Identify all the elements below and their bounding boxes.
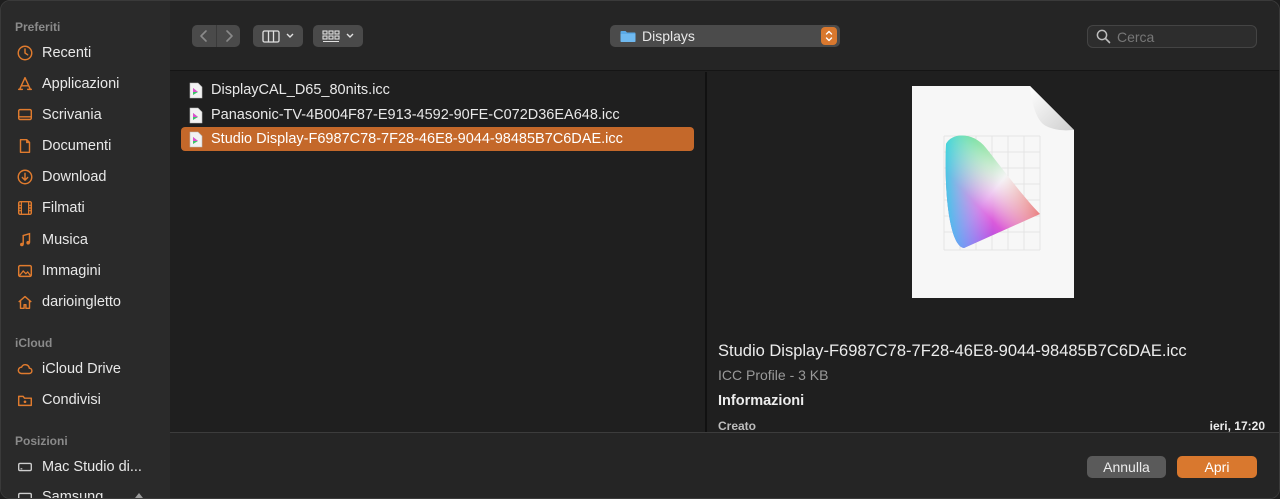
preview-file-kind: ICC Profile - 3 KB	[718, 367, 829, 383]
file-list: DisplayCAL_D65_80nits.icc Panasonic-TV-4…	[170, 72, 705, 432]
sidebar-item-label: Immagini	[42, 263, 101, 279]
nav-buttons	[192, 25, 240, 47]
sidebar-item-mac-studio[interactable]: Mac Studio di...	[15, 455, 165, 479]
folder-icon	[620, 30, 636, 42]
sidebar-item-samsung[interactable]: Samsung	[15, 485, 165, 499]
location-popup[interactable]: Displays	[610, 25, 840, 47]
forward-button[interactable]	[216, 25, 240, 47]
search-input[interactable]	[1117, 28, 1247, 45]
back-button[interactable]	[192, 25, 216, 47]
eject-icon[interactable]	[133, 491, 145, 498]
sidebar-item-label: Applicazioni	[42, 76, 120, 92]
preview-created-value: ieri, 17:20	[1209, 419, 1265, 433]
sidebar-item-label: Samsung	[42, 489, 104, 499]
computer-icon	[15, 457, 35, 477]
sidebar-item-applications[interactable]: Applicazioni	[15, 72, 165, 96]
icc-document-preview-icon	[912, 86, 1074, 298]
sidebar-item-label: Download	[42, 169, 107, 185]
sidebar: Preferiti Recenti Applicazioni Scrivania…	[1, 1, 170, 499]
home-icon	[15, 292, 35, 312]
sidebar-item-desktop[interactable]: Scrivania	[15, 103, 165, 127]
file-row[interactable]: Panasonic-TV-4B004F87-E913-4592-90FE-C07…	[181, 103, 694, 127]
cancel-button[interactable]: Annulla	[1087, 456, 1166, 478]
sidebar-item-recents[interactable]: Recenti	[15, 41, 165, 65]
shared-folder-icon	[15, 390, 35, 410]
preview-created-label: Creato	[718, 419, 757, 433]
sidebar-item-downloads[interactable]: Download	[15, 165, 165, 189]
sidebar-item-label: Musica	[42, 232, 88, 248]
view-mode-button[interactable]	[253, 25, 303, 47]
open-button[interactable]: Apri	[1177, 456, 1257, 478]
desktop-icon	[15, 105, 35, 125]
sidebar-item-label: Condivisi	[42, 392, 101, 408]
clock-icon	[15, 43, 35, 63]
sidebar-section-locations: Posizioni	[15, 434, 68, 448]
sidebar-item-movies[interactable]: Filmati	[15, 196, 165, 220]
icc-file-icon	[189, 107, 203, 123]
apps-icon	[15, 74, 35, 94]
file-name: Studio Display-F6987C78-7F28-46E8-9044-9…	[211, 131, 623, 147]
film-icon	[15, 198, 35, 218]
chevron-down-icon	[346, 33, 354, 38]
music-icon	[15, 230, 35, 250]
sidebar-item-shared[interactable]: Condivisi	[15, 388, 165, 412]
sidebar-item-label: Documenti	[42, 138, 112, 154]
sidebar-item-label: Scrivania	[42, 107, 102, 123]
file-row[interactable]: DisplayCAL_D65_80nits.icc	[181, 78, 694, 102]
cloud-icon	[15, 359, 35, 379]
sidebar-item-label: darioingletto	[42, 294, 121, 310]
sidebar-item-pictures[interactable]: Immagini	[15, 259, 165, 283]
sidebar-item-documents[interactable]: Documenti	[15, 134, 165, 158]
chevron-down-icon	[286, 33, 294, 38]
group-button[interactable]	[313, 25, 363, 47]
preview-info-heading: Informazioni	[718, 393, 805, 409]
bottom-bar: Annulla Apri	[170, 432, 1279, 498]
sidebar-item-label: iCloud Drive	[42, 361, 121, 377]
sidebar-item-music[interactable]: Musica	[15, 228, 165, 252]
chevron-left-icon	[200, 30, 207, 42]
file-name: DisplayCAL_D65_80nits.icc	[211, 82, 390, 98]
grid-icon	[322, 29, 340, 42]
file-row-selected[interactable]: Studio Display-F6987C78-7F28-46E8-9044-9…	[181, 127, 694, 151]
search-field[interactable]	[1087, 25, 1257, 48]
current-folder-label: Displays	[642, 28, 695, 44]
sidebar-item-label: Recenti	[42, 45, 92, 61]
sidebar-item-home[interactable]: darioingletto	[15, 290, 165, 314]
photo-icon	[15, 261, 35, 281]
columns-view-icon	[262, 29, 280, 43]
search-icon	[1096, 29, 1111, 44]
icc-file-icon	[189, 82, 203, 98]
preview-file-name: Studio Display-F6987C78-7F28-46E8-9044-9…	[718, 342, 1187, 360]
toolbar: Displays	[170, 1, 1279, 71]
document-icon	[15, 136, 35, 156]
sidebar-item-label: Mac Studio di...	[42, 459, 142, 475]
preview-pane: Studio Display-F6987C78-7F28-46E8-9044-9…	[707, 72, 1279, 433]
sidebar-item-label: Filmati	[42, 200, 85, 216]
icc-file-icon	[189, 131, 203, 147]
sidebar-section-favorites: Preferiti	[15, 20, 61, 34]
stepper-icon	[821, 27, 837, 45]
download-icon	[15, 167, 35, 187]
sidebar-item-icloud-drive[interactable]: iCloud Drive	[15, 357, 165, 381]
open-file-dialog: Preferiti Recenti Applicazioni Scrivania…	[0, 0, 1280, 499]
file-name: Panasonic-TV-4B004F87-E913-4592-90FE-C07…	[211, 107, 620, 123]
drive-icon	[15, 487, 35, 498]
sidebar-section-icloud: iCloud	[15, 336, 53, 350]
chevron-right-icon	[225, 30, 233, 42]
